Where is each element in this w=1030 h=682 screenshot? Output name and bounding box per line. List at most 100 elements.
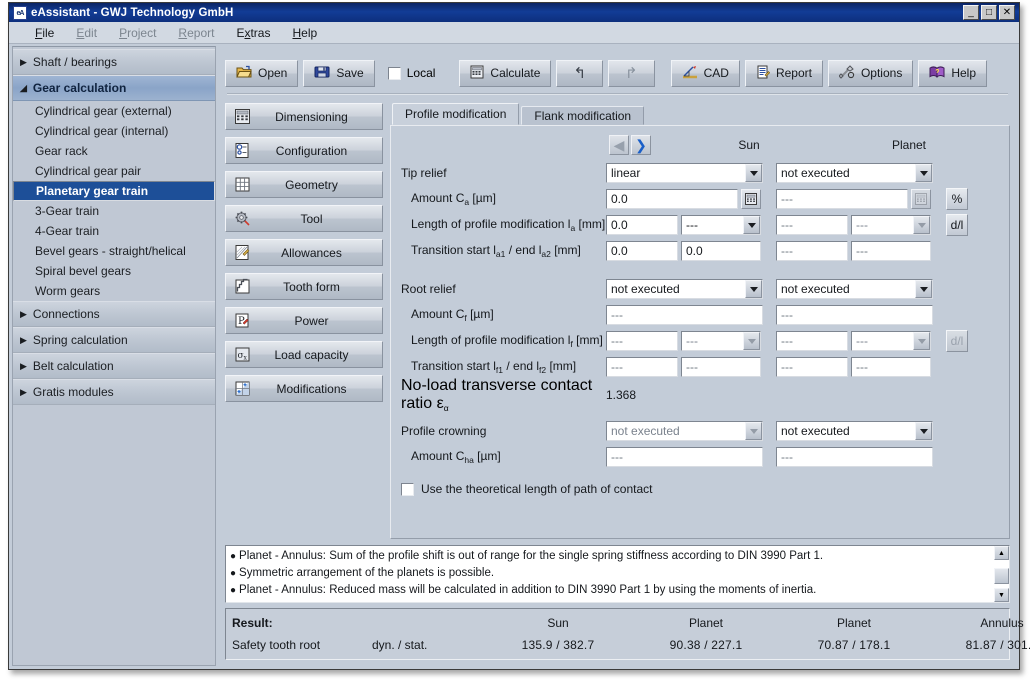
menu-file[interactable]: File	[25, 24, 64, 42]
sidebar-item-cylindrical-gear-pair[interactable]: Cylindrical gear pair	[13, 161, 215, 181]
transition-f-planet-end-input[interactable]: ---	[851, 357, 931, 377]
row-theoretical-length[interactable]: Use the theoretical length of path of co…	[401, 476, 999, 502]
amount-ca-sun-calculator-button[interactable]	[741, 189, 761, 209]
length-la-planet-select[interactable]: ---	[851, 215, 931, 235]
chevron-down-icon[interactable]	[745, 422, 762, 440]
allowances-button[interactable]: Allowances	[225, 239, 383, 266]
sidebar-group-connections[interactable]: ▶ Connections	[13, 301, 215, 327]
d-over-l-button-root[interactable]: d/l	[946, 330, 968, 352]
sidebar-item-4-gear-train[interactable]: 4-Gear train	[13, 221, 215, 241]
tab-profile-modification[interactable]: Profile modification	[392, 103, 519, 125]
menu-extras[interactable]: Extras	[226, 24, 280, 42]
transition-a-sun-start-input[interactable]: 0.0	[606, 241, 678, 261]
menu-help[interactable]: Help	[282, 24, 327, 42]
transition-a-planet-start-input[interactable]: ---	[776, 241, 848, 261]
sidebar-group-shaft-bearings[interactable]: ▶ Shaft / bearings	[13, 49, 215, 75]
transition-f-sun-end-input[interactable]: ---	[681, 357, 761, 377]
undo-button[interactable]: ↰	[556, 60, 603, 87]
chevron-down-icon[interactable]	[915, 164, 932, 182]
dimensioning-button[interactable]: Dimensioning	[225, 103, 383, 130]
sidebar-item-3-gear-train[interactable]: 3-Gear train	[13, 201, 215, 221]
sidebar-group-spring-calculation[interactable]: ▶ Spring calculation	[13, 327, 215, 353]
calculate-button[interactable]: Calculate	[459, 60, 551, 87]
sidebar-item-gear-rack[interactable]: Gear rack	[13, 141, 215, 161]
profile-crowning-planet-select[interactable]: not executed	[776, 421, 933, 441]
tab-flank-modification[interactable]: Flank modification	[521, 106, 644, 125]
menu-project[interactable]: Project	[109, 24, 166, 42]
sidebar-item-planetary-gear-train[interactable]: Planetary gear train	[13, 181, 215, 201]
scrollbar-track[interactable]	[994, 560, 1009, 588]
undo-icon: ↰	[573, 64, 586, 82]
transition-a-planet-end-input[interactable]: ---	[851, 241, 931, 261]
root-relief-sun-select[interactable]: not executed	[606, 279, 763, 299]
amount-ca-sun-input[interactable]: 0.0	[606, 189, 738, 209]
redo-button[interactable]: ↱	[608, 60, 655, 87]
amount-cf-planet-input[interactable]: ---	[776, 305, 933, 325]
save-button[interactable]: Save	[303, 60, 374, 87]
sidebar-group-gratis-modules[interactable]: ▶ Gratis modules	[13, 379, 215, 405]
minimize-button[interactable]: _	[963, 5, 979, 20]
length-lf-planet-select[interactable]: ---	[851, 331, 931, 351]
amount-cf-sun-input[interactable]: ---	[606, 305, 763, 325]
chevron-down-icon[interactable]	[915, 280, 932, 298]
percent-button[interactable]: %	[946, 188, 968, 210]
open-button[interactable]: Open	[225, 60, 298, 87]
chevron-down-icon[interactable]	[743, 332, 760, 350]
local-checkbox-group[interactable]: Local	[380, 66, 444, 80]
amount-ca-planet-calculator-button[interactable]	[911, 189, 931, 209]
sidebar-item-bevel-gears[interactable]: Bevel gears - straight/helical	[13, 241, 215, 261]
root-relief-planet-select[interactable]: not executed	[776, 279, 933, 299]
geometry-button[interactable]: Geometry	[225, 171, 383, 198]
transition-f-planet-start-input[interactable]: ---	[776, 357, 848, 377]
tooth-form-button[interactable]: Tooth form	[225, 273, 383, 300]
chevron-down-icon[interactable]	[745, 164, 762, 182]
chevron-down-icon[interactable]	[913, 332, 930, 350]
maximize-button[interactable]: □	[981, 5, 997, 20]
cad-button[interactable]: CAD	[671, 60, 740, 87]
amount-ca-planet-input[interactable]: ---	[776, 189, 908, 209]
sidebar-item-worm-gears[interactable]: Worm gears	[13, 281, 215, 301]
sidebar-item-cylindrical-gear-internal[interactable]: Cylindrical gear (internal)	[13, 121, 215, 141]
close-button[interactable]: ✕	[999, 5, 1015, 20]
prev-gear-button[interactable]: ◀	[609, 135, 629, 155]
length-lf-planet-input[interactable]: ---	[776, 331, 848, 351]
length-lf-sun-select[interactable]: ---	[681, 331, 761, 351]
amount-cha-sun-input[interactable]: ---	[606, 447, 763, 467]
scroll-down-button[interactable]: ▼	[994, 588, 1009, 602]
d-over-l-button[interactable]: d/l	[946, 214, 968, 236]
scrollbar-thumb[interactable]	[994, 568, 1009, 584]
chevron-down-icon[interactable]	[743, 216, 760, 234]
menu-report[interactable]: Report	[168, 24, 224, 42]
amount-cha-planet-input[interactable]: ---	[776, 447, 933, 467]
length-lf-sun-input[interactable]: ---	[606, 331, 678, 351]
length-la-sun-select[interactable]: ---	[681, 215, 761, 235]
sidebar-group-belt-calculation[interactable]: ▶ Belt calculation	[13, 353, 215, 379]
menu-edit[interactable]: Edit	[66, 24, 107, 42]
local-checkbox[interactable]	[388, 67, 401, 80]
load-capacity-button[interactable]: σx Load capacity	[225, 341, 383, 368]
options-button[interactable]: Options	[828, 60, 913, 87]
next-gear-button[interactable]: ❯	[631, 135, 651, 155]
sidebar-group-gear-calculation[interactable]: ◢ Gear calculation	[13, 75, 215, 101]
length-la-sun-input[interactable]: 0.0	[606, 215, 678, 235]
message-scrollbar[interactable]: ▲ ▼	[994, 546, 1009, 602]
chevron-down-icon[interactable]	[913, 216, 930, 234]
sidebar-item-cylindrical-gear-external[interactable]: Cylindrical gear (external)	[13, 101, 215, 121]
theoretical-length-checkbox[interactable]	[401, 483, 414, 496]
chevron-down-icon[interactable]	[745, 280, 762, 298]
transition-a-sun-end-input[interactable]: 0.0	[681, 241, 761, 261]
tip-relief-sun-select[interactable]: linear	[606, 163, 763, 183]
transition-f-sun-start-input[interactable]: ---	[606, 357, 678, 377]
scroll-up-button[interactable]: ▲	[994, 546, 1009, 560]
tip-relief-planet-select[interactable]: not executed	[776, 163, 933, 183]
profile-crowning-sun-select[interactable]: not executed	[606, 421, 763, 441]
tool-button[interactable]: Tool	[225, 205, 383, 232]
report-button[interactable]: Report	[745, 60, 823, 87]
configuration-button[interactable]: Configuration	[225, 137, 383, 164]
chevron-down-icon[interactable]	[915, 422, 932, 440]
modifications-button[interactable]: Modifications	[225, 375, 383, 402]
power-button[interactable]: P Power	[225, 307, 383, 334]
help-button[interactable]: Help	[918, 60, 987, 87]
sidebar-item-spiral-bevel-gears[interactable]: Spiral bevel gears	[13, 261, 215, 281]
length-la-planet-input[interactable]: ---	[776, 215, 848, 235]
